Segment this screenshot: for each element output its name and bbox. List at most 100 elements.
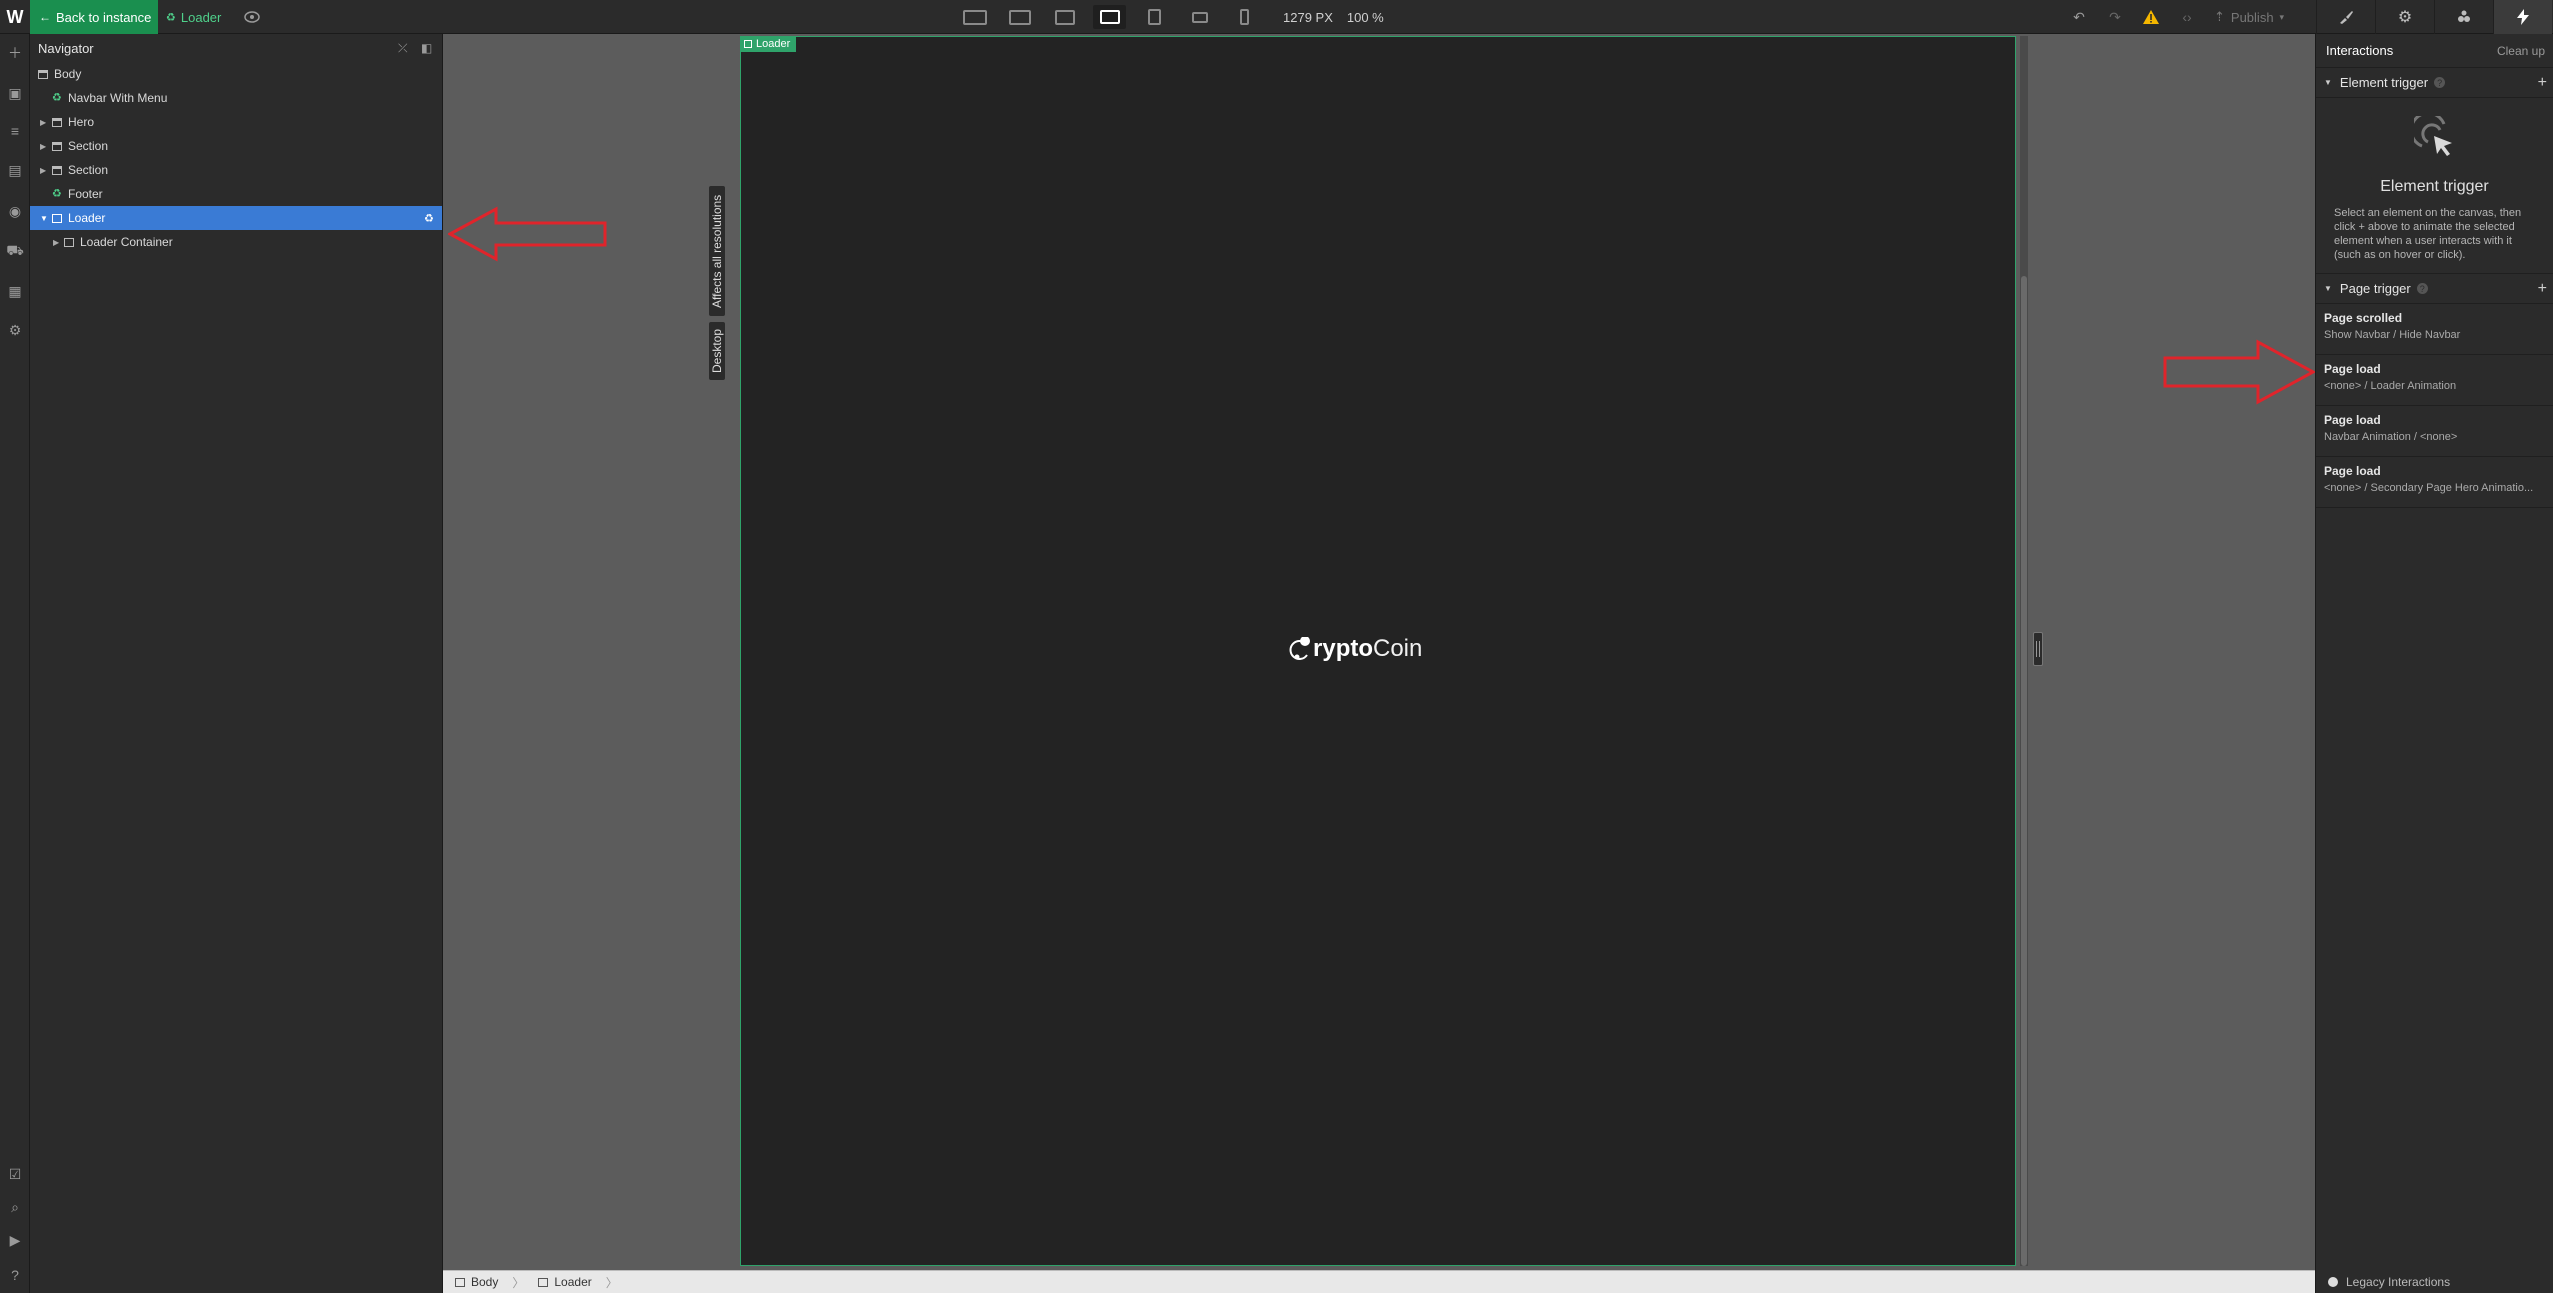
page-trigger-item[interactable]: Page load Navbar Animation / <none> [2316,406,2553,457]
top-toolbar: W ← Back to instance ♻ Loader 1279 PX 10… [0,0,2553,34]
page-trigger-item[interactable]: Page load <none> / Loader Animation [2316,355,2553,406]
clean-up-button[interactable]: Clean up [2497,44,2545,58]
section-icon [52,117,62,127]
tab-interactions-lightning-icon[interactable] [2493,0,2552,34]
legacy-interactions-toggle[interactable]: Legacy Interactions [2316,1270,2553,1293]
webflow-logo[interactable]: W [0,0,30,34]
canvas-scrollbar[interactable] [2020,36,2028,1266]
back-to-instance-button[interactable]: ← Back to instance [30,0,158,34]
help-icon[interactable]: ? [6,1266,24,1284]
symbols-cube-icon[interactable]: ▣ [6,84,24,102]
body-box-icon [38,69,48,79]
navigator-icon[interactable]: ≡ [6,122,24,140]
width-readout[interactable]: 1279 PX [1283,10,1333,25]
breakpoint-1280-button[interactable] [1048,5,1081,29]
annotation-arrow-right-icon [2163,339,2315,405]
nav-item-body[interactable]: Body [30,62,442,86]
cms-database-icon[interactable]: ◉ [6,202,24,220]
caret-down-icon[interactable]: ▼ [40,214,50,223]
breadcrumb-loader[interactable]: Loader 〉 [538,1274,631,1291]
nav-item-section-2[interactable]: ▶ Section [30,158,442,182]
page-trigger-item[interactable]: Page load <none> / Secondary Page Hero A… [2316,457,2553,508]
toolbar-right: ↶ ↷ ‹› ⇡ Publish ▾ [2070,0,2284,34]
search-icon[interactable]: ⌕ [6,1198,24,1216]
brand-text-bold: rypto [1313,635,1373,662]
breadcrumb-body[interactable]: Body 〉 [455,1274,538,1291]
selected-element-label[interactable]: Loader [740,36,797,52]
nav-item-loader-container[interactable]: ▶ Loader Container [30,230,442,254]
canvas-size-readout[interactable]: 1279 PX 100 % [1283,0,1384,34]
legacy-interactions-label: Legacy Interactions [2346,1274,2451,1289]
help-icon[interactable]: ? [2434,77,2446,88]
zoom-readout[interactable]: 100 % [1347,10,1384,25]
navigator-panel: Navigator ⤫ ◧ Body ♻ Navbar With Menu ▶ … [30,34,443,1293]
breakpoint-mobile-landscape-button[interactable] [1183,5,1216,29]
code-icon[interactable]: ‹› [2178,8,2196,26]
right-panel-tabs: ⚙ [2316,0,2552,34]
page-trigger-section-header[interactable]: ▼ Page trigger ? + [2316,274,2553,304]
loader-element-frame[interactable]: Loader rypto Coin [740,36,2016,1266]
nav-item-hero[interactable]: ▶ Hero [30,110,442,134]
breakpoint-desktop-button[interactable] [1093,5,1126,29]
dock-panel-icon[interactable]: ◧ [421,41,435,55]
canvas-resize-handle[interactable] [2033,632,2043,666]
add-page-trigger-plus-icon[interactable]: + [2538,280,2547,298]
webflow-designer: W ← Back to instance ♻ Loader 1279 PX 10… [0,0,2553,1293]
trigger-subtitle: Navbar Animation / <none> [2324,431,2458,443]
element-trigger-section-header[interactable]: ▼ Element trigger ? + [2316,68,2553,98]
redo-icon[interactable]: ↷ [2106,8,2124,26]
element-breadcrumb: Body 〉 Loader 〉 [443,1270,2315,1293]
nav-item-section-1[interactable]: ▶ Section [30,134,442,158]
canvas-area[interactable]: Affects all resolutions Desktop Loader r… [443,34,2315,1270]
nav-item-label: Hero [68,115,95,129]
body-icon [455,1277,465,1287]
tab-settings-gear-icon[interactable]: ⚙ [2375,0,2434,34]
nav-item-loader[interactable]: ▼ Loader ♻ [30,206,442,230]
breadcrumb-separator: 〉 [512,1275,525,1290]
undo-icon[interactable]: ↶ [2070,8,2088,26]
breakpoint-1920-button[interactable] [958,5,991,29]
caret-right-icon[interactable]: ▶ [53,238,63,247]
caret-down-icon[interactable]: ▼ [2324,284,2332,293]
toggle-dot-icon[interactable] [2328,1276,2338,1287]
trigger-subtitle: <none> / Loader Animation [2324,380,2457,392]
page-trigger-item[interactable]: Page scrolled Show Navbar / Hide Navbar [2316,304,2553,355]
caret-right-icon[interactable]: ▶ [40,166,50,175]
help-icon[interactable]: ? [2416,283,2428,294]
pages-icon[interactable]: ▤ [6,161,24,179]
breakpoint-1440-button[interactable] [1003,5,1036,29]
nav-item-label: Loader Container [80,235,173,249]
caret-down-icon[interactable]: ▼ [2324,78,2332,87]
publish-button[interactable]: ⇡ Publish ▾ [2214,9,2284,25]
interactions-panel: Interactions Clean up ▼ Element trigger … [2315,34,2553,1293]
audit-checkbox-icon[interactable]: ☑ [6,1165,24,1183]
add-element-trigger-plus-icon[interactable]: + [2538,74,2547,92]
component-name[interactable]: ♻ Loader [166,0,221,34]
caret-right-icon[interactable]: ▶ [40,142,50,151]
eye-icon[interactable] [243,9,261,25]
tab-style-manager-drops-icon[interactable] [2434,0,2493,34]
tab-style-brush-icon[interactable] [2316,0,2375,34]
interactions-header: Interactions Clean up [2316,34,2553,68]
component-badge-icon[interactable]: ♻ [424,212,434,225]
caret-right-icon[interactable]: ▶ [40,118,50,127]
scrollbar-thumb[interactable] [2021,276,2027,1266]
add-panel-plus-icon[interactable]: ＋ [6,44,24,62]
warning-icon[interactable] [2142,8,2160,26]
nav-item-label: Loader [68,211,106,225]
settings-gear-icon[interactable]: ⚙ [6,321,24,339]
assets-images-icon[interactable]: ▦ [6,282,24,300]
component-icon: ♻ [166,11,176,24]
arrow-left-icon: ← [39,10,51,24]
desktop-label: Desktop [710,328,724,374]
breakpoint-mobile-portrait-button[interactable] [1228,5,1261,29]
nav-item-navbar-with-menu[interactable]: ♻ Navbar With Menu [30,86,442,110]
page-trigger-heading: Page trigger [2339,281,2411,296]
nav-item-footer[interactable]: ♻ Footer [30,182,442,206]
breakpoint-tablet-button[interactable] [1138,5,1171,29]
div-block-icon [538,1277,549,1287]
ecommerce-cart-icon[interactable]: ⛟ [6,242,24,260]
div-block-icon [64,237,74,247]
collapse-all-icon[interactable]: ⤫ [398,41,412,55]
video-tutorials-icon[interactable]: ▶ [6,1231,24,1249]
